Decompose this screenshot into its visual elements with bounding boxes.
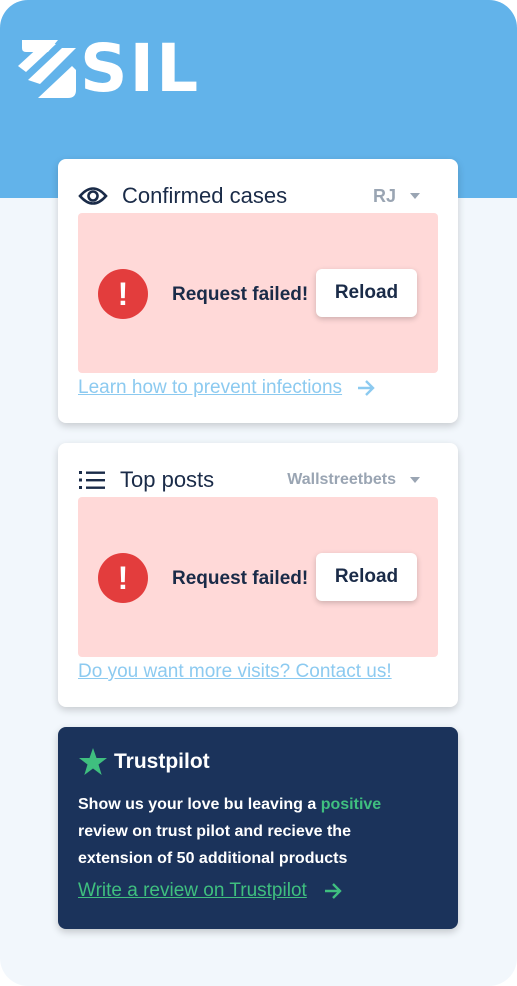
- error-icon: !: [98, 553, 148, 603]
- card-header: Top posts Wallstreetbets: [78, 465, 438, 495]
- trustpilot-header: Trustpilot: [78, 747, 210, 777]
- region-select-value: RJ: [372, 185, 396, 206]
- prevent-infections-link[interactable]: Learn how to prevent infections: [78, 377, 376, 399]
- trustpilot-description: Show us your love bu leaving a positive …: [78, 791, 408, 872]
- write-review-link[interactable]: Write a review on Trustpilot: [78, 880, 343, 902]
- eye-icon: [78, 187, 108, 205]
- highlight-text: positive: [320, 796, 382, 813]
- top-posts-card: Top posts Wallstreetbets ! Request faile…: [58, 443, 458, 707]
- card-header: Confirmed cases RJ: [78, 181, 438, 211]
- chevron-down-icon: [410, 477, 420, 483]
- card-title: Top posts: [120, 467, 215, 492]
- arrow-right-icon: [358, 380, 375, 396]
- trustpilot-title: Trustpilot: [114, 750, 210, 773]
- reload-button[interactable]: Reload: [316, 553, 417, 601]
- error-icon: !: [98, 269, 148, 319]
- error-message: Request failed!: [172, 284, 309, 305]
- reload-button[interactable]: Reload: [316, 269, 417, 317]
- error-box: ! Request failed! Reload: [78, 497, 438, 657]
- confirmed-cases-card: Confirmed cases RJ ! Request failed! Rel…: [58, 159, 458, 423]
- source-select[interactable]: Wallstreetbets: [287, 471, 438, 489]
- contact-us-link[interactable]: Do you want more visits? Contact us!: [78, 661, 392, 683]
- error-message: Request failed!: [172, 568, 309, 589]
- link-label: Learn how to prevent infections: [78, 377, 343, 398]
- source-select-value: Wallstreetbets: [287, 471, 396, 488]
- chevron-down-icon: [410, 193, 420, 199]
- description-text-rest: review on trust pilot and recieve the ex…: [78, 823, 351, 867]
- arrow-right-icon: [324, 883, 342, 899]
- link-label: Do you want more visits? Contact us!: [78, 661, 392, 682]
- logo: SIL: [18, 30, 201, 107]
- trustpilot-card: Trustpilot Show us your love bu leaving …: [58, 727, 458, 929]
- description-text: Show us your love bu leaving a: [78, 796, 321, 813]
- logo-text: SIL: [80, 30, 201, 107]
- link-label: Write a review on Trustpilot: [78, 880, 307, 901]
- error-box: ! Request failed! Reload: [78, 213, 438, 373]
- app-frame: SIL Confirmed cases RJ ! Request failed!…: [0, 0, 517, 986]
- logo-mark-icon: [18, 40, 76, 98]
- list-icon: [79, 471, 105, 489]
- star-icon: [79, 748, 107, 775]
- card-title: Confirmed cases: [122, 183, 288, 208]
- region-select[interactable]: RJ: [373, 186, 438, 207]
